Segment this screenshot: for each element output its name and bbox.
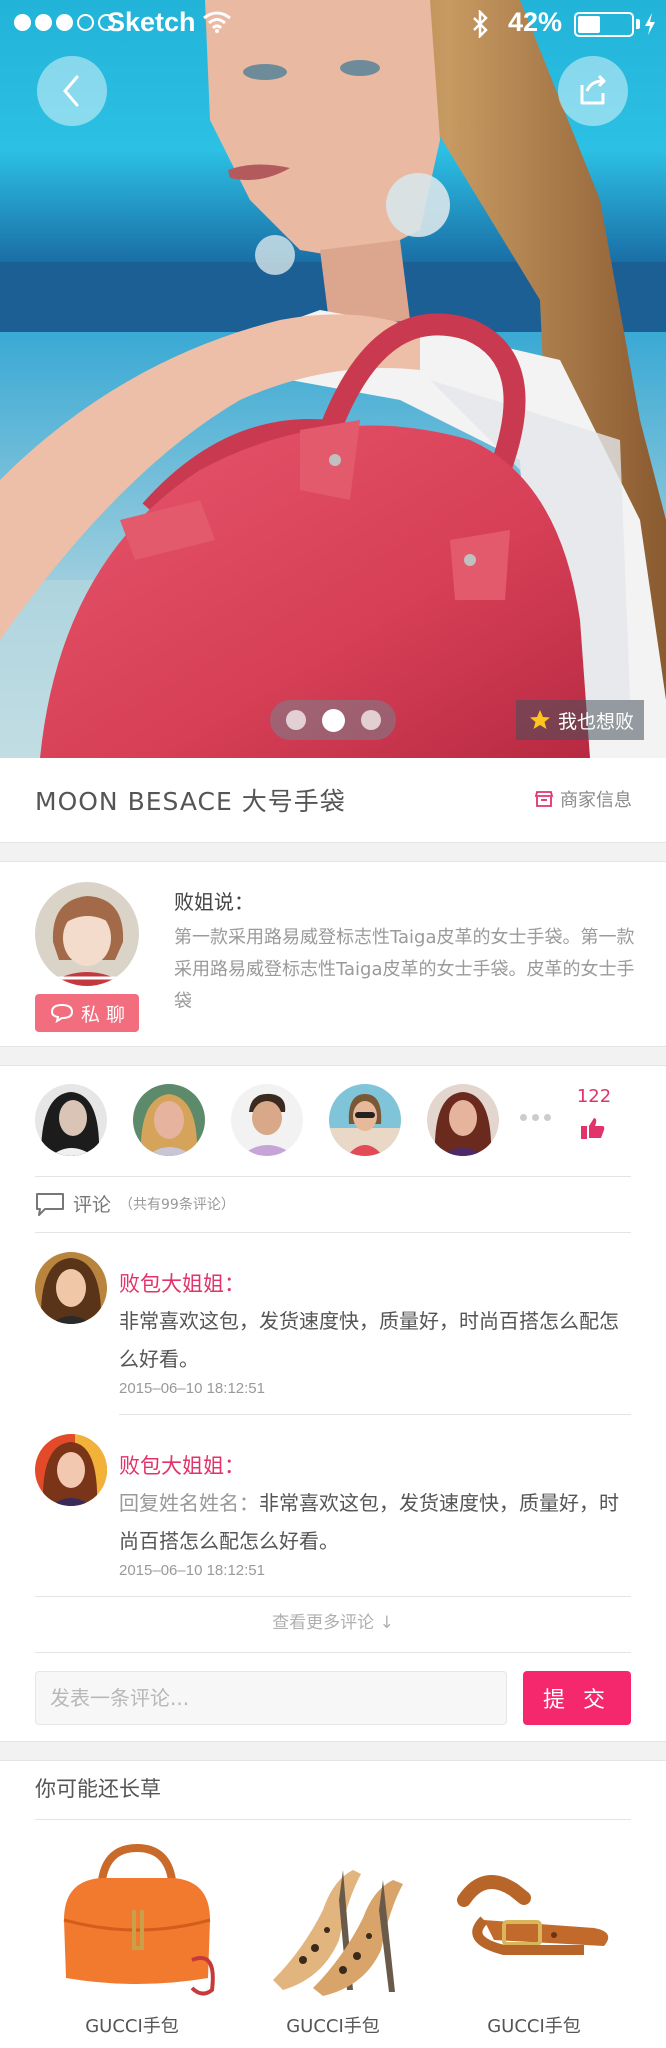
comment-input[interactable] bbox=[35, 1671, 507, 1725]
liker-avatar[interactable] bbox=[231, 1084, 303, 1156]
divider bbox=[35, 1596, 631, 1597]
want-it-button[interactable]: 我也想败 bbox=[516, 700, 644, 740]
more-likers-icon[interactable] bbox=[520, 1114, 551, 1121]
liker-avatar[interactable] bbox=[133, 1084, 205, 1156]
like-count: 122 bbox=[576, 1086, 612, 1107]
reply-to-name[interactable]: 回复姓名姓名： bbox=[119, 1491, 259, 1515]
comments-count: （共有99条评论） bbox=[119, 1196, 235, 1213]
share-button[interactable] bbox=[558, 56, 628, 126]
recommended-product-name: GUCCI手包 bbox=[85, 2016, 179, 2037]
view-more-comments-link[interactable]: 查看更多评论 ↓ bbox=[0, 1608, 666, 1633]
commenter-avatar[interactable] bbox=[35, 1252, 107, 1324]
divider bbox=[35, 1652, 631, 1653]
liker-avatar[interactable] bbox=[427, 1084, 499, 1156]
likes-row: 122 bbox=[0, 1068, 666, 1178]
liker-avatar[interactable] bbox=[35, 1084, 107, 1156]
product-title-row: MOON BESACE 大号手袋 商家信息 bbox=[0, 758, 666, 842]
carousel-pager[interactable] bbox=[270, 700, 396, 740]
hero-banner[interactable]: Sketch 42% 我也想败 bbox=[0, 0, 666, 758]
commenter-name[interactable]: 败包大姐姐： bbox=[119, 1268, 245, 1298]
recommended-product[interactable]: GUCCI手包 bbox=[243, 1840, 423, 2040]
battery-percent: 42% bbox=[508, 7, 563, 37]
comments-title: 评论 bbox=[73, 1194, 112, 1216]
comment-text: 非常喜欢这包，发货速度快，质量好，时尚百搭怎么配怎么好看。 bbox=[119, 1302, 635, 1378]
private-chat-button[interactable]: 私 聊 bbox=[35, 994, 139, 1032]
comment-text: 回复姓名姓名：非常喜欢这包，发货速度快，质量好，时尚百搭怎么配怎么好看。 bbox=[119, 1484, 635, 1560]
liker-avatar[interactable] bbox=[329, 1084, 401, 1156]
chevron-left-icon bbox=[63, 75, 79, 107]
chat-bubble-icon bbox=[50, 1003, 73, 1023]
brown-belt-image bbox=[457, 1875, 609, 1955]
section-divider bbox=[0, 1046, 666, 1066]
seller-description: 第一款采用路易威登标志性Taiga皮革的女士手袋。第一款采用路易威登标志性Tai… bbox=[174, 927, 635, 1012]
merchant-info-link[interactable]: 商家信息 bbox=[534, 786, 632, 812]
want-it-label: 我也想败 bbox=[558, 710, 635, 733]
recommended-product-name: GUCCI手包 bbox=[286, 2016, 380, 2037]
leopard-heels-image bbox=[273, 1870, 403, 1996]
bluetooth-icon bbox=[473, 10, 488, 38]
battery-icon bbox=[574, 12, 634, 37]
comment-time: 2015–06–10 18:12:51 bbox=[119, 1562, 265, 1579]
product-title: MOON BESACE 大号手袋 bbox=[35, 787, 346, 816]
carousel-dot[interactable] bbox=[321, 708, 345, 732]
comment-time: 2015–06–10 18:12:51 bbox=[119, 1380, 265, 1397]
star-icon bbox=[530, 710, 550, 729]
recommended-product-name: GUCCI手包 bbox=[487, 2016, 581, 2037]
comments-header: 评论 （共有99条评论） bbox=[35, 1190, 235, 1217]
status-bar: Sketch 42% bbox=[0, 0, 666, 48]
orange-handbag-image bbox=[63, 1843, 215, 1996]
divider bbox=[35, 1232, 631, 1233]
seller-says-label: 败姐说： bbox=[174, 890, 254, 914]
comment-icon bbox=[36, 1192, 64, 1216]
comment-body: 非常喜欢这包，发货速度快，质量好，时尚百搭怎么配怎么好看。 bbox=[119, 1309, 619, 1371]
divider bbox=[119, 1414, 631, 1415]
commenter-avatar[interactable] bbox=[35, 1434, 107, 1506]
commenter-name[interactable]: 败包大姐姐： bbox=[119, 1450, 245, 1480]
store-icon bbox=[534, 791, 554, 807]
wifi-icon bbox=[203, 11, 231, 33]
section-divider bbox=[0, 842, 666, 862]
signal-strength-icon bbox=[14, 14, 115, 31]
carousel-dot[interactable] bbox=[360, 710, 381, 730]
submit-comment-button[interactable]: 提 交 bbox=[523, 1671, 631, 1725]
charging-icon bbox=[645, 13, 655, 35]
divider bbox=[35, 1176, 631, 1177]
recommended-product[interactable]: GUCCI手包 bbox=[444, 1840, 624, 2040]
recommendations-title: 你可能还长草 bbox=[35, 1777, 161, 1801]
seller-section: 私 聊 败姐说： 第一款采用路易威登标志性Taiga皮革的女士手袋。第一款采用路… bbox=[0, 864, 666, 1046]
carrier-name: Sketch bbox=[107, 7, 196, 37]
private-chat-label: 私 聊 bbox=[80, 1003, 126, 1026]
carousel-dot[interactable] bbox=[285, 710, 306, 730]
back-button[interactable] bbox=[37, 56, 107, 126]
divider bbox=[35, 1819, 631, 1820]
thumbs-up-icon[interactable] bbox=[580, 1116, 606, 1140]
share-icon bbox=[580, 74, 606, 105]
section-divider bbox=[0, 1741, 666, 1761]
seller-avatar[interactable] bbox=[35, 882, 139, 986]
recommended-product[interactable]: GUCCI手包 bbox=[42, 1840, 222, 2040]
merchant-info-label: 商家信息 bbox=[560, 790, 632, 811]
